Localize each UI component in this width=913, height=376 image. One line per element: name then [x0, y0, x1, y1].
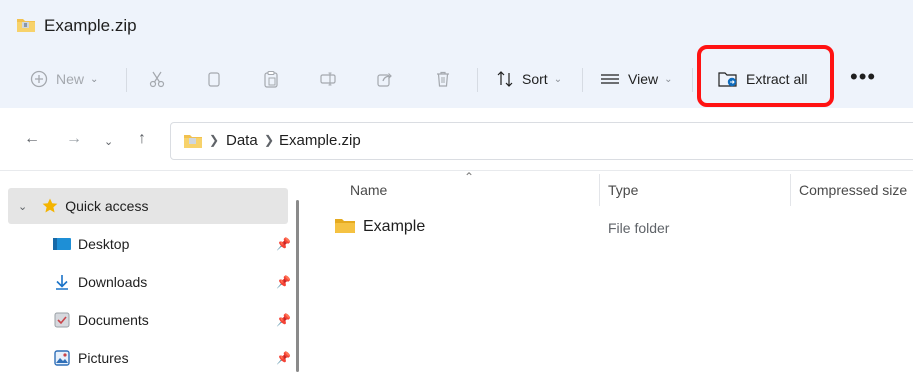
breadcrumb-example-zip[interactable]: Example.zip [279, 132, 361, 149]
chevron-down-icon: ⌄ [664, 74, 672, 85]
sidebar-item-label: Downloads [78, 274, 147, 290]
column-header-name[interactable]: Name [350, 182, 387, 198]
sidebar-item-label: Quick access [65, 198, 148, 214]
sort-label: Sort [522, 71, 548, 87]
pin-icon[interactable]: 📌 [276, 351, 291, 365]
sidebar-item-desktop[interactable]: Desktop [8, 226, 288, 262]
recent-locations-chevron-icon[interactable]: ⌄ [104, 135, 113, 148]
sidebar-item-pictures[interactable]: Pictures [8, 340, 288, 376]
view-button[interactable]: View ⌄ [600, 64, 672, 94]
rename-button[interactable] [319, 64, 337, 94]
copy-button[interactable] [205, 64, 223, 94]
toolbar-separator [126, 68, 127, 92]
zip-folder-icon [183, 133, 203, 150]
new-button[interactable]: New ⌄ [30, 64, 98, 94]
sort-button[interactable]: Sort ⌄ [496, 64, 562, 94]
back-arrow-icon[interactable]: ← [24, 130, 40, 148]
row-name[interactable]: Example [363, 218, 425, 236]
cut-button[interactable] [148, 64, 166, 94]
share-icon [376, 70, 394, 88]
column-separator[interactable] [599, 174, 600, 206]
plus-circle-icon [30, 70, 48, 88]
sidebar-item-label: Desktop [78, 236, 129, 252]
pin-icon[interactable]: 📌 [276, 237, 291, 251]
chevron-down-icon: ⌄ [18, 200, 27, 213]
rename-icon [319, 70, 337, 88]
sidebar-scrollbar[interactable] [296, 200, 299, 372]
column-separator[interactable] [790, 174, 791, 206]
toolbar-separator [582, 68, 583, 92]
sidebar-item-downloads[interactable]: Downloads [8, 264, 288, 300]
trash-icon [434, 70, 452, 88]
breadcrumb-data[interactable]: Data [226, 132, 258, 149]
sidebar-item-label: Pictures [78, 350, 129, 366]
pin-icon[interactable]: 📌 [276, 313, 291, 327]
sidebar-item-label: Documents [78, 312, 149, 328]
desktop-icon [52, 236, 72, 252]
share-button[interactable] [376, 64, 394, 94]
delete-button[interactable] [434, 64, 452, 94]
address-bar[interactable]: ❯ Data ❯ Example.zip ⌄ [170, 122, 913, 160]
breadcrumb-separator-icon: ❯ [264, 133, 274, 147]
sort-icon [496, 70, 514, 88]
toolbar-separator [692, 68, 693, 92]
toolbar-separator [477, 68, 478, 92]
extract-all-highlight [697, 45, 834, 107]
chevron-down-icon: ⌄ [554, 74, 562, 85]
folder-icon [334, 217, 356, 235]
download-icon [53, 273, 71, 291]
documents-icon [53, 311, 71, 329]
sort-ascending-chevron-icon: ⌃ [464, 170, 474, 184]
more-options-button[interactable]: ••• [850, 64, 876, 90]
paste-icon [262, 70, 280, 88]
row-type: File folder [608, 220, 669, 236]
chevron-down-icon: ⌄ [90, 74, 98, 85]
pictures-icon [53, 349, 71, 367]
star-icon [41, 197, 59, 215]
breadcrumb-separator-icon: ❯ [209, 133, 219, 147]
column-header-compressed-size[interactable]: Compressed size [799, 182, 907, 198]
pin-icon[interactable]: 📌 [276, 275, 291, 289]
sidebar-item-quick-access[interactable]: ⌄ Quick access [8, 188, 288, 224]
sidebar-item-documents[interactable]: Documents [8, 302, 288, 338]
view-list-icon [600, 70, 620, 88]
zip-folder-icon [16, 16, 36, 34]
copy-icon [205, 70, 223, 88]
window-title: Example.zip [44, 16, 137, 36]
scissors-icon [148, 70, 166, 88]
up-arrow-icon[interactable]: ↑ [138, 130, 146, 148]
navigation-pane: ⌄ Quick access Desktop Downloads Documen… [0, 171, 300, 372]
view-label: View [628, 71, 658, 87]
column-header-type[interactable]: Type [608, 182, 638, 198]
paste-button[interactable] [262, 64, 280, 94]
forward-arrow-icon[interactable]: → [66, 130, 82, 148]
new-label: New [56, 71, 84, 87]
